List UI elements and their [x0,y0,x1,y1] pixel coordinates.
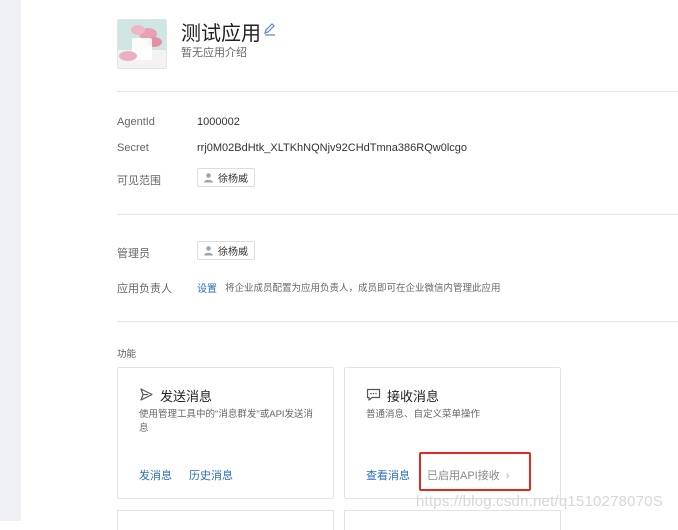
app-description: 暂无应用介绍 [181,47,247,59]
visible-range-label: 可见范围 [117,175,161,187]
highlight-annotation-box [419,452,531,491]
agentid-label: AgentId [117,116,155,128]
admin-user-name: 徐杨威 [218,247,248,258]
send-message-link[interactable]: 发消息 [139,467,172,483]
feature-card-partial [344,510,561,530]
app-thumbnail [117,19,167,69]
send-message-card: 发送消息 使用管理工具中的"消息群发"或API发送消息 发消息 历史消息 [117,367,334,499]
divider [117,91,678,92]
receive-card-description: 普通消息、自定义菜单操作 [366,409,481,420]
admin-label: 管理员 [117,248,150,260]
feature-card-partial [117,510,334,530]
divider [117,321,678,322]
view-messages-link[interactable]: 查看消息 [366,467,410,483]
visible-range-user-name: 徐杨威 [218,174,248,185]
edit-icon[interactable] [263,22,277,36]
divider [117,214,678,215]
user-icon [204,173,213,183]
admin-user-tag[interactable]: 徐杨威 [197,241,255,260]
message-history-link[interactable]: 历史消息 [189,467,233,483]
send-card-title: 发送消息 [160,389,213,404]
chat-bubble-icon [366,388,381,401]
secret-value: rrj0M02BdHtk_XLTKhNQNjv92CHdTmna386RQw0l… [197,142,468,154]
app-title: 测试应用 [181,23,261,45]
app-thumbnail-image [118,20,166,68]
app-detail-panel: 测试应用 暂无应用介绍 AgentId 1000002 Secret rrj0M… [21,0,678,530]
left-gutter [0,0,21,521]
owner-label: 应用负责人 [117,283,172,295]
features-section-label: 功能 [117,349,137,360]
secret-label: Secret [117,142,149,154]
visible-range-user-tag[interactable]: 徐杨威 [197,168,255,187]
agentid-value: 1000002 [197,116,240,128]
set-owner-link[interactable]: 设置 [197,280,217,295]
owner-description: 将企业成员配置为应用负责人，成员即可在企业微信内管理此应用 [225,283,501,294]
receive-card-title: 接收消息 [387,389,440,404]
watermark-text: https://blog.csdn.net/q1510278070S [416,493,663,510]
send-icon [140,388,153,401]
user-icon [204,246,213,256]
send-card-description: 使用管理工具中的"消息群发"或API发送消息 [139,409,314,434]
